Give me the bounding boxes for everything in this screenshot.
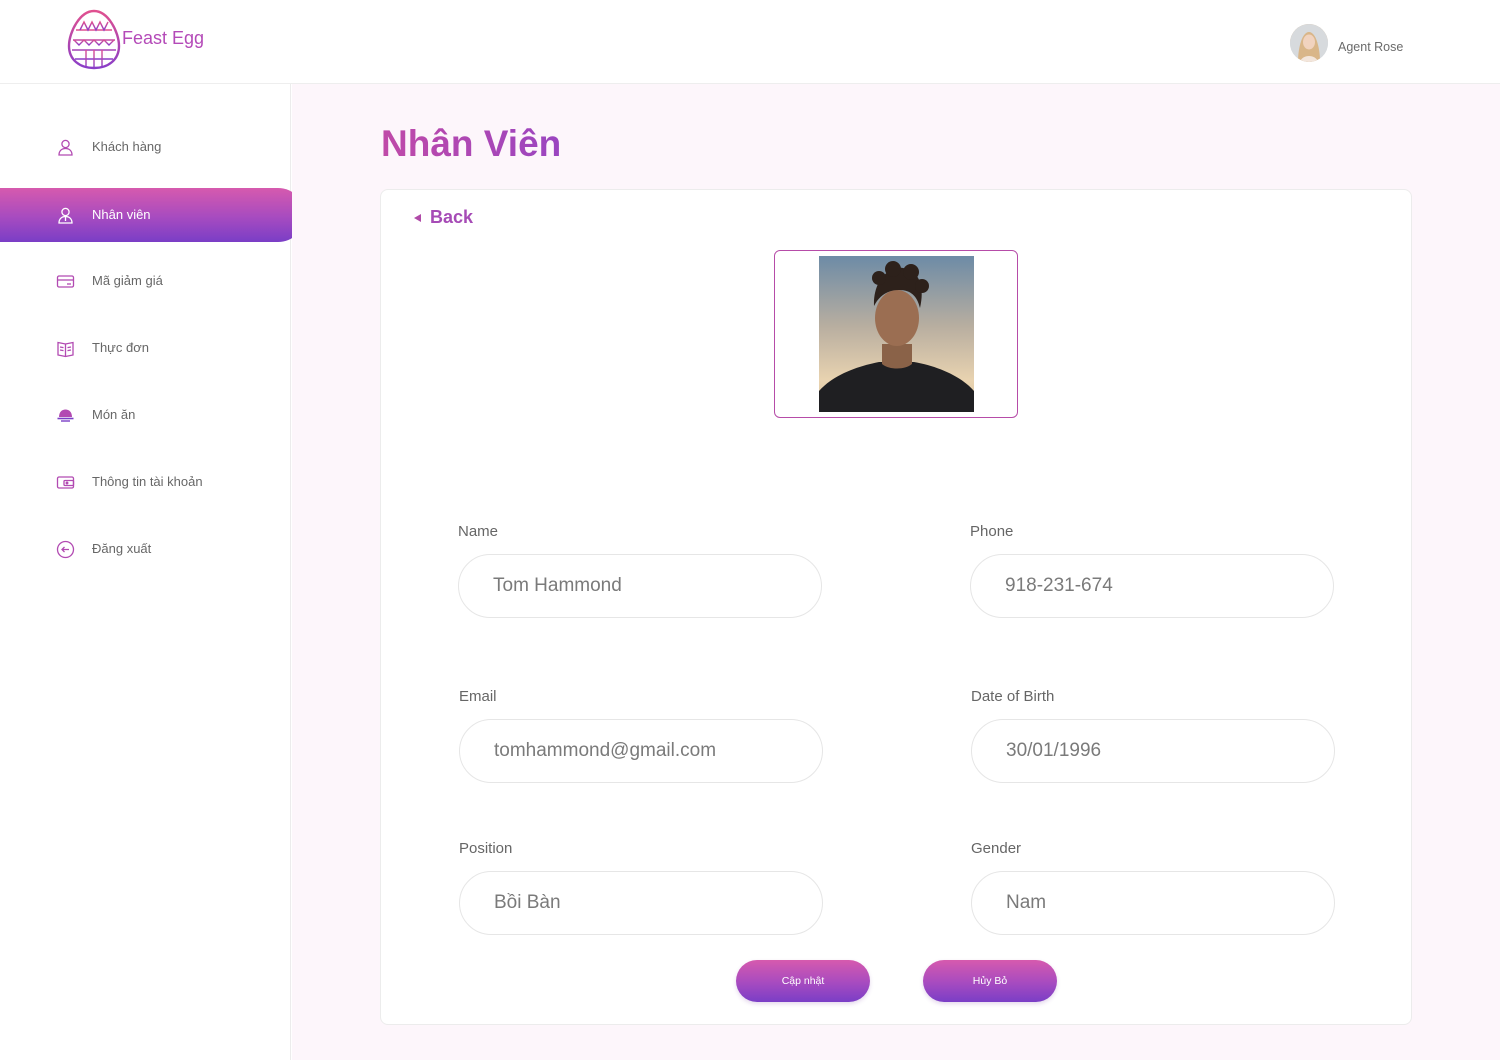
name-field[interactable] bbox=[458, 554, 822, 618]
wallet-icon bbox=[56, 473, 75, 492]
employee-photo-frame[interactable] bbox=[774, 250, 1018, 418]
sidebar-item-thong-tin-tai-khoan[interactable]: Thông tin tài khoản bbox=[0, 455, 305, 509]
sidebar-item-thuc-don[interactable]: Thực đơn bbox=[0, 321, 305, 375]
page-title: Nhân Viên bbox=[381, 123, 562, 164]
user-avatar[interactable] bbox=[1290, 24, 1328, 62]
gender-label: Gender bbox=[971, 840, 1022, 857]
sidebar-item-khach-hang[interactable]: Khách hàng bbox=[0, 120, 305, 174]
back-arrow-icon bbox=[414, 213, 421, 222]
logout-icon bbox=[56, 540, 75, 559]
staff-icon bbox=[56, 206, 75, 225]
sidebar-item-label: Thông tin tài khoản bbox=[92, 474, 203, 489]
dish-icon bbox=[56, 406, 75, 425]
dob-field[interactable] bbox=[971, 719, 1335, 783]
menu-book-icon bbox=[56, 339, 75, 358]
sidebar-item-label: Khách hàng bbox=[92, 139, 162, 154]
position-label: Position bbox=[459, 840, 513, 857]
sidebar-item-label: Đăng xuất bbox=[92, 541, 152, 556]
phone-label: Phone bbox=[970, 523, 1014, 540]
user-name[interactable]: Agent Rose bbox=[1338, 40, 1403, 54]
back-label: Back bbox=[430, 207, 474, 227]
name-label: Name bbox=[458, 523, 499, 540]
sidebar-item-mon-an[interactable]: Món ăn bbox=[0, 388, 305, 442]
feast-egg-logo-icon[interactable] bbox=[66, 8, 122, 70]
sidebar-item-label: Mã giảm giá bbox=[92, 273, 163, 288]
sidebar-item-ma-giam-gia[interactable]: Mã giảm giá bbox=[0, 254, 305, 308]
back-button[interactable]: Back bbox=[414, 207, 473, 228]
sidebar-item-label: Thực đơn bbox=[92, 340, 149, 355]
sidebar-item-label: Món ăn bbox=[92, 407, 136, 422]
sidebar-item-dang-xuat[interactable]: Đăng xuất bbox=[0, 522, 305, 576]
position-field[interactable] bbox=[459, 871, 823, 935]
top-bar: Feast Egg Agent Rose bbox=[0, 0, 1500, 84]
gender-field[interactable] bbox=[971, 871, 1335, 935]
sidebar-item-label: Nhân viên bbox=[92, 207, 151, 222]
dob-label: Date of Birth bbox=[971, 688, 1055, 705]
email-field[interactable] bbox=[459, 719, 823, 783]
phone-field[interactable] bbox=[970, 554, 1334, 618]
employee-photo bbox=[819, 256, 974, 412]
cancel-button[interactable]: Hủy Bỏ bbox=[923, 960, 1057, 1002]
sidebar-item-nhan-vien[interactable]: Nhân viên bbox=[0, 188, 305, 242]
coupon-icon bbox=[56, 272, 75, 291]
brand-name: Feast Egg bbox=[122, 28, 205, 48]
user-icon bbox=[56, 138, 75, 157]
email-label: Email bbox=[459, 688, 497, 705]
update-button[interactable]: Cập nhật bbox=[736, 960, 870, 1002]
